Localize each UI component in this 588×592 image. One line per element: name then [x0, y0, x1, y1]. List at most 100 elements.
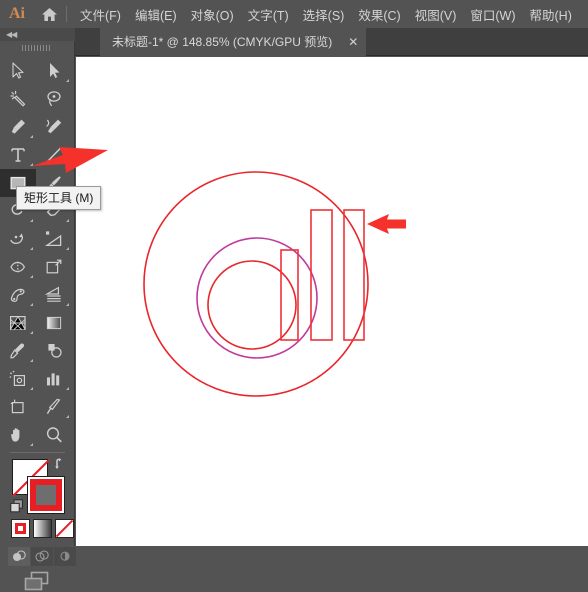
magic-wand-icon [10, 90, 26, 107]
column-graph-tool[interactable] [36, 365, 72, 393]
lasso-icon [47, 91, 61, 107]
scale-tool[interactable] [36, 225, 72, 253]
free-transform-tool[interactable] [36, 253, 72, 281]
hand-tool[interactable] [0, 421, 36, 449]
solid-color-ring [15, 523, 26, 534]
diagonal-line-icon [47, 147, 61, 162]
slice-knife-icon [46, 398, 61, 414]
eyedropper-tool[interactable] [0, 337, 36, 365]
draw-behind-icon[interactable] [31, 547, 53, 566]
flyout-indicator [30, 387, 33, 390]
none-swatch-icon[interactable] [55, 519, 74, 538]
panel-collapse-button[interactable]: ◀◀ [0, 28, 75, 41]
pen-nib-icon [11, 119, 25, 134]
flyout-indicator [66, 387, 69, 390]
stroke-color-ring [30, 479, 62, 511]
type-tool[interactable] [0, 141, 36, 169]
panel-drag-handle[interactable] [0, 41, 73, 55]
document-tab[interactable]: 未标题-1* @ 148.85% (CMYK/GPU 预览) ✕ [100, 28, 367, 56]
slice-tool[interactable] [36, 393, 72, 421]
draw-mode-group [8, 547, 76, 566]
menu-type[interactable]: 文字(T) [241, 0, 296, 28]
curvature-tool[interactable] [36, 113, 72, 141]
large-circle[interactable] [143, 171, 369, 397]
menu-bar: Ai 文件(F) 编辑(E) 对象(O) 文字(T) 选择(S) 效果(C) 视… [0, 0, 588, 28]
lasso-tool[interactable] [36, 85, 72, 113]
app-logo-icon: Ai [9, 5, 25, 22]
gradient-icon [46, 316, 62, 330]
magic-wand-tool[interactable] [0, 85, 36, 113]
menu-file[interactable]: 文件(F) [73, 0, 128, 28]
symbol-sprayer-tool[interactable] [0, 365, 36, 393]
width-warp-icon [10, 261, 26, 273]
menu-edit[interactable]: 编辑(E) [128, 0, 184, 28]
line-segment-tool[interactable] [36, 141, 72, 169]
flyout-indicator [30, 135, 33, 138]
artboard-canvas[interactable] [76, 57, 588, 546]
shape-builder-tool[interactable] [36, 281, 72, 309]
gradient-swatch-icon[interactable] [33, 519, 52, 538]
pen-tool[interactable] [0, 113, 36, 141]
filled-arrow-icon [50, 63, 60, 78]
puppet-warp-icon [10, 288, 25, 302]
small-circle[interactable] [207, 260, 297, 350]
draw-inside-icon[interactable] [54, 547, 76, 566]
flyout-indicator [30, 331, 33, 334]
flyout-indicator [30, 303, 33, 306]
draw-inside-glyph [60, 551, 70, 561]
gradient-tool[interactable] [36, 309, 72, 337]
selection-tool[interactable] [0, 57, 36, 85]
bar-chart-icon [47, 373, 60, 386]
flyout-indicator [30, 219, 33, 222]
change-screen-mode[interactable] [0, 570, 73, 592]
eyedropper-icon [10, 343, 25, 359]
draw-normal-glyph [13, 550, 26, 561]
menu-select[interactable]: 选择(S) [296, 0, 352, 28]
menu-help[interactable]: 帮助(H) [523, 0, 579, 28]
menu-divider [66, 6, 67, 22]
solid-color-icon[interactable] [11, 519, 30, 538]
menu-view[interactable]: 视图(V) [408, 0, 464, 28]
rect-b[interactable] [310, 209, 333, 341]
swap-fill-stroke-icon[interactable] [54, 457, 68, 471]
arrow-cursor-icon [12, 62, 24, 79]
flyout-indicator [66, 415, 69, 418]
scale-shear-icon [44, 231, 62, 247]
fill-stroke-controls [0, 455, 76, 591]
menu-effect[interactable]: 效果(C) [351, 0, 407, 28]
menu-window[interactable]: 窗口(W) [463, 0, 522, 28]
perspective-grid-tool[interactable] [0, 309, 36, 337]
artwork [143, 171, 369, 397]
blend-tool[interactable] [36, 337, 72, 365]
tool-grid [0, 55, 73, 449]
flyout-indicator [66, 163, 69, 166]
menu-object[interactable]: 对象(O) [184, 0, 241, 28]
flyout-indicator [30, 247, 33, 250]
close-icon[interactable]: ✕ [340, 28, 366, 56]
zoom-tool[interactable] [36, 421, 72, 449]
tool-tooltip: 矩形工具 (M) [16, 186, 102, 210]
free-transform-icon [46, 259, 62, 274]
home-icon[interactable] [34, 0, 64, 28]
home-glyph [41, 7, 57, 21]
rotate-tool[interactable] [0, 225, 36, 253]
direct-selection-tool[interactable] [36, 57, 72, 85]
flyout-indicator [30, 359, 33, 362]
stroke-swatch[interactable] [27, 476, 65, 514]
tool-panel: ◀◀ [0, 28, 76, 591]
perspective-grid-icon [9, 315, 26, 331]
blend-icon [48, 344, 62, 358]
flyout-indicator [30, 275, 33, 278]
hand-icon [11, 428, 20, 442]
magnifier-icon [46, 427, 62, 443]
default-fill-stroke-icon[interactable] [10, 499, 24, 513]
screen-mode-icon [24, 571, 48, 591]
artboard-tool[interactable] [0, 393, 36, 421]
puppet-warp-tool[interactable] [0, 281, 36, 309]
medium-circle[interactable] [196, 237, 318, 359]
paint-mode-group [11, 519, 74, 538]
document-tab-label: 未标题-1* @ 148.85% (CMYK/GPU 预览) [112, 35, 333, 49]
rotate-reflect-icon [10, 233, 24, 245]
width-tool[interactable] [0, 253, 36, 281]
draw-normal-icon[interactable] [8, 547, 30, 566]
